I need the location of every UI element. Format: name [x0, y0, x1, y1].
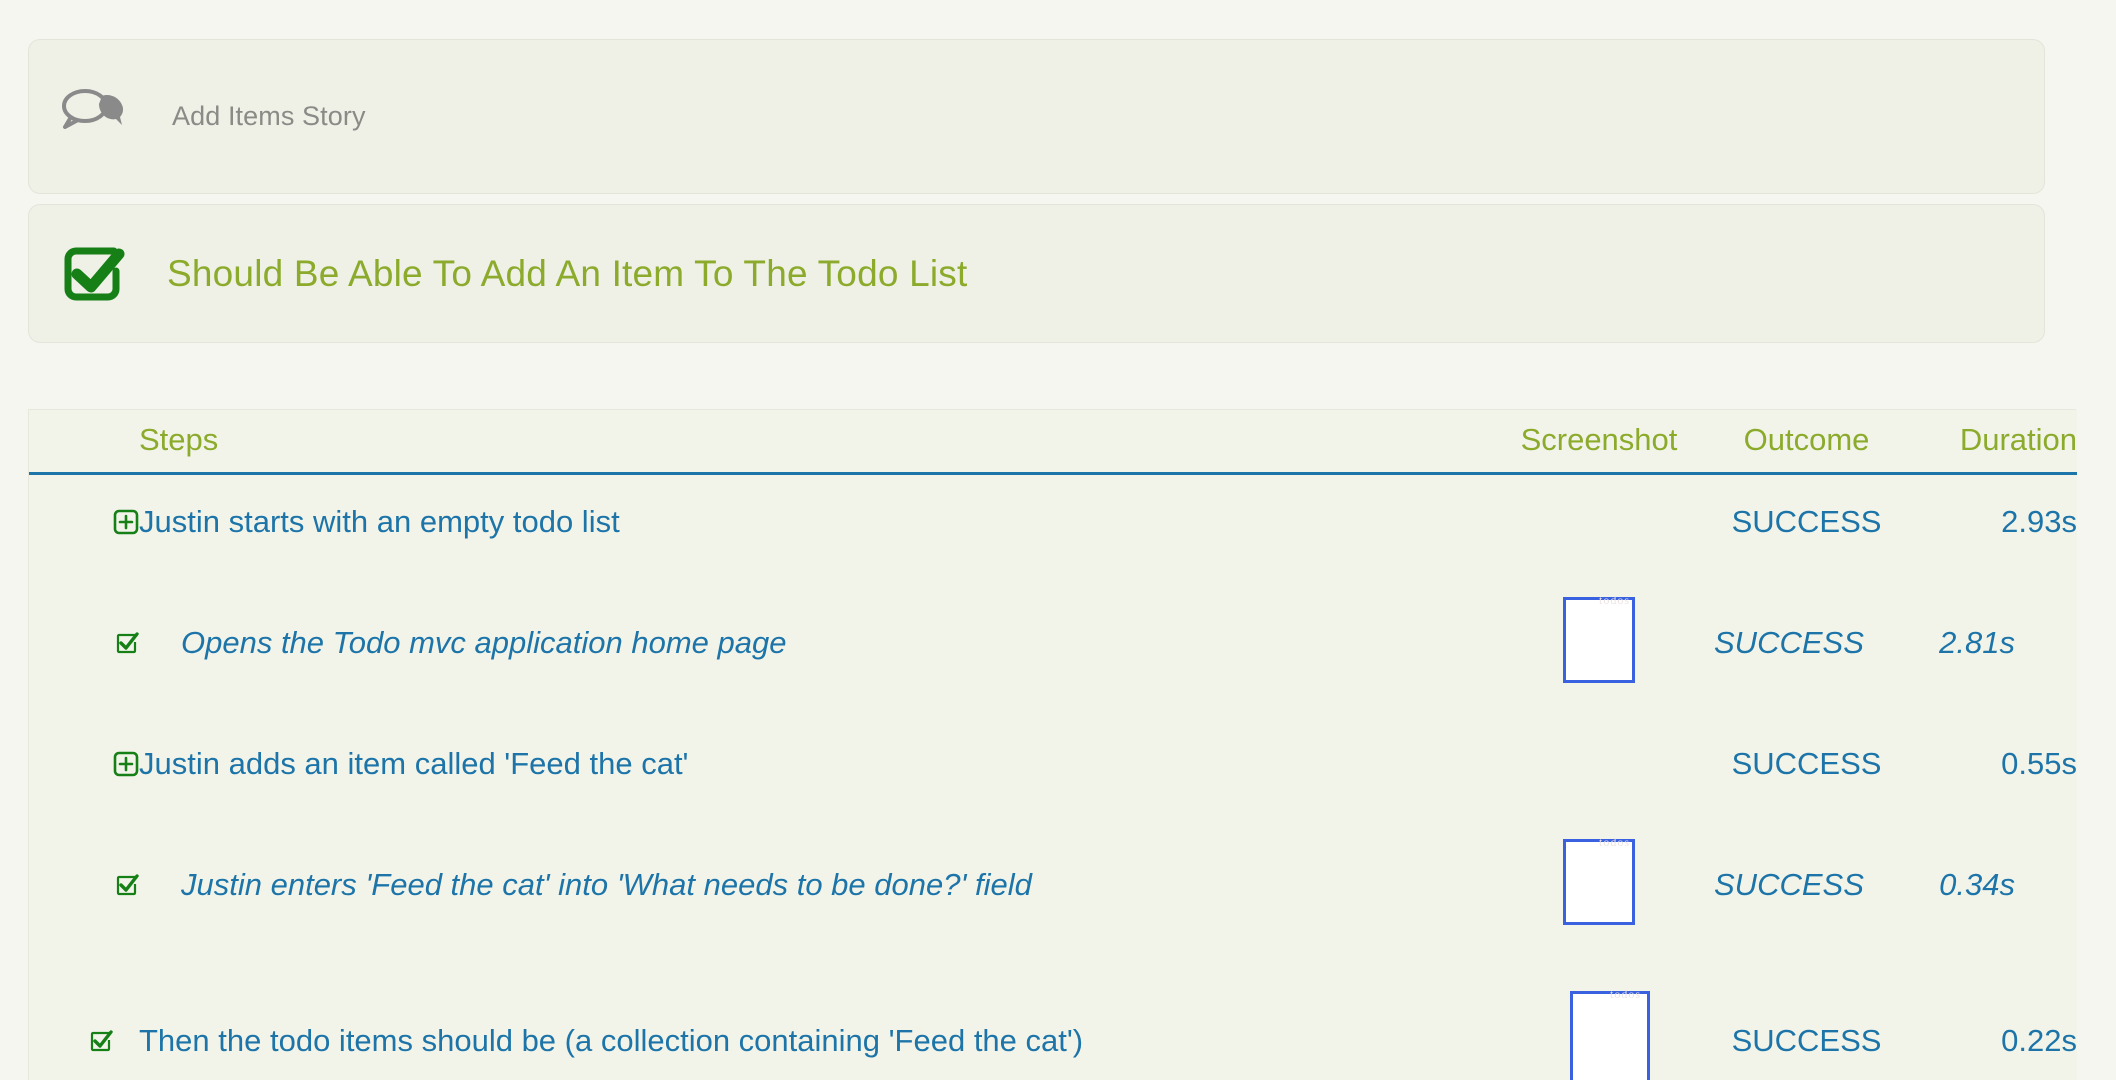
screenshot-thumbnail[interactable]: todos: [1563, 594, 1635, 683]
outcome-cell: SUCCESS: [1714, 473, 1899, 570]
step-cell[interactable]: Justin enters 'Feed the cat' into 'What …: [139, 811, 1484, 958]
checked-box-icon[interactable]: [115, 873, 139, 897]
duration-cell: 0.34s: [1899, 811, 2077, 958]
header-steps[interactable]: Steps: [139, 410, 1484, 474]
step-label: Justin adds an item called 'Feed the cat…: [139, 745, 689, 781]
outcome-label: SUCCESS: [1714, 624, 1864, 660]
header-icon-spacer: [29, 410, 139, 474]
step-label: Then the todo items should be (a collect…: [139, 1022, 1084, 1058]
row-icon-cell: [29, 811, 139, 958]
header-screenshot[interactable]: Screenshot: [1484, 410, 1714, 474]
step-label: Opens the Todo mvc application home page: [181, 624, 787, 660]
steps-table-container: Steps Screenshot Outcome Duration Justin…: [28, 409, 2077, 1080]
screenshot-cell: [1484, 473, 1714, 570]
outcome-cell: SUCCESS: [1714, 569, 1899, 716]
outcome-label: SUCCESS: [1731, 504, 1882, 540]
row-icon-cell: [29, 569, 139, 716]
comments-icon: [59, 87, 131, 147]
outcome-cell: SUCCESS: [1714, 811, 1899, 958]
step-label: Justin enters 'Feed the cat' into 'What …: [181, 866, 1032, 902]
duration-cell: 2.81s: [1899, 569, 2077, 716]
row-icon-cell: [29, 957, 139, 1080]
duration-label: 0.34s: [1939, 866, 2015, 902]
checked-box-icon[interactable]: [115, 631, 139, 655]
duration-label: 0.55s: [2001, 745, 2077, 781]
step-cell[interactable]: Justin starts with an empty todo list: [139, 473, 1484, 570]
outcome-cell: SUCCESS: [1714, 715, 1899, 812]
duration-label: 0.22s: [2001, 1022, 2077, 1058]
report-page: Add Items Story Should Be Able To Add An…: [0, 0, 2116, 1080]
screenshot-thumbnail[interactable]: todos: [1563, 836, 1635, 925]
plus-square-icon[interactable]: [113, 509, 139, 535]
check-square-icon: [62, 241, 130, 307]
header-duration[interactable]: Duration: [1899, 410, 2077, 474]
screenshot-cell: todos: [1484, 569, 1714, 716]
outcome-label: SUCCESS: [1731, 1022, 1882, 1058]
row-icon-cell: [29, 473, 139, 570]
table-row: Opens the Todo mvc application home page: [29, 569, 2077, 716]
plus-square-icon[interactable]: [113, 751, 139, 777]
screenshot-cell: todos: [1484, 811, 1714, 958]
step-label: Justin starts with an empty todo list: [139, 504, 620, 540]
outcome-cell: SUCCESS: [1714, 957, 1899, 1080]
table-row: Then the todo items should be (a collect…: [29, 957, 2077, 1080]
table-row: Justin starts with an empty todo list SU…: [29, 473, 2077, 570]
table-body: Justin starts with an empty todo list SU…: [29, 473, 2077, 1080]
steps-table: Steps Screenshot Outcome Duration Justin…: [29, 410, 2077, 1080]
screenshot-cell: todos: [1484, 957, 1714, 1080]
table-row: Justin adds an item called 'Feed the cat…: [29, 715, 2077, 812]
screenshot-cell: [1484, 715, 1714, 812]
test-title: Should Be Able To Add An Item To The Tod…: [167, 252, 968, 294]
duration-label: 2.93s: [2001, 504, 2077, 540]
test-result-panel: Should Be Able To Add An Item To The Tod…: [28, 204, 2045, 343]
table-header: Steps Screenshot Outcome Duration: [29, 410, 2077, 474]
outcome-label: SUCCESS: [1731, 745, 1882, 781]
duration-cell: 0.55s: [1899, 715, 2077, 812]
story-panel: Add Items Story: [28, 39, 2045, 194]
header-outcome[interactable]: Outcome: [1714, 410, 1899, 474]
checked-box-icon[interactable]: [89, 1029, 113, 1053]
step-cell[interactable]: Then the todo items should be (a collect…: [139, 957, 1484, 1080]
screenshot-thumbnail[interactable]: todos: [1570, 988, 1650, 1080]
table-row: Justin enters 'Feed the cat' into 'What …: [29, 811, 2077, 958]
duration-cell: 0.22s: [1899, 957, 2077, 1080]
duration-label: 2.81s: [1939, 624, 2015, 660]
story-title: Add Items Story: [172, 101, 366, 131]
step-cell[interactable]: Opens the Todo mvc application home page: [139, 569, 1484, 716]
duration-cell: 2.93s: [1899, 473, 2077, 570]
row-icon-cell: [29, 715, 139, 812]
outcome-label: SUCCESS: [1714, 866, 1864, 902]
step-cell[interactable]: Justin adds an item called 'Feed the cat…: [139, 715, 1484, 812]
